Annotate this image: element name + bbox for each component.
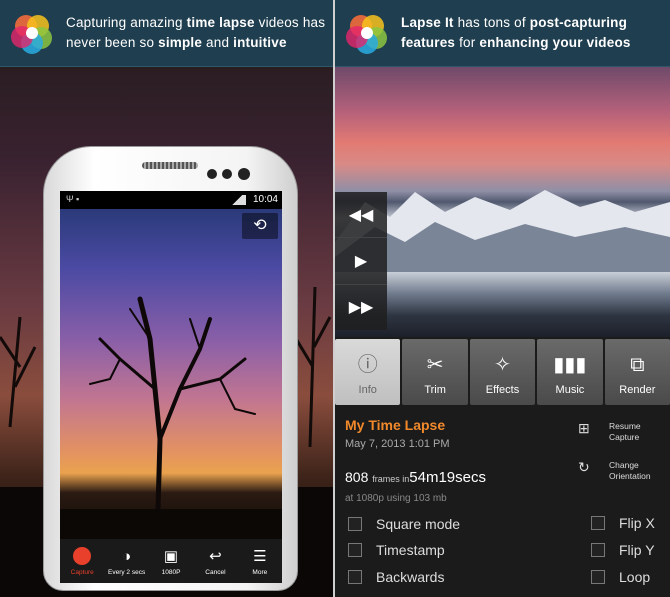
video-date: May 7, 2013 1:01 PM (345, 438, 450, 450)
info-icon: ⓘ (357, 354, 378, 376)
resolution-button[interactable]: ▣ 1080P (149, 539, 193, 583)
phone-toolbar: Capture ◑ Every 2 secs ▣ 1080P ↩ Cancel … (60, 539, 282, 583)
right-banner-text: Lapse It has tons of post-capturing feat… (401, 15, 631, 50)
video-duration: 54m19secs (409, 469, 486, 486)
square-mode-option[interactable]: Square mode (348, 516, 460, 532)
lapse-it-logo-icon (11, 15, 52, 54)
record-icon (73, 546, 92, 565)
video-resolution: at 1080p using 103 mb (345, 493, 447, 504)
tab-render[interactable]: ⧉ Render (604, 339, 670, 405)
rotate-icon: ↻ (578, 459, 590, 475)
phone-screen: Ψ ▪ 10:04 ⟲ Capture ◑ Every 2 secs ▣ 108… (60, 191, 282, 583)
phone-sensor-dot (222, 169, 232, 179)
camera-viewfinder: ⟲ (60, 209, 282, 539)
editor-tab-bar: ⓘ Info ✂ Trim ✧ Effects ▮▮▮ Music ⧉ Rend… (335, 339, 670, 405)
flip-y-checkbox[interactable] (591, 543, 605, 557)
timer-icon: ◑ (122, 547, 132, 565)
capture-button[interactable]: Capture (60, 539, 104, 583)
tab-trim[interactable]: ✂ Trim (402, 339, 468, 405)
left-promo-panel: Capturing amazing time lapse videos has … (0, 0, 333, 597)
video-title[interactable]: My Time Lapse (345, 417, 445, 433)
video-info-panel: My Time Lapse May 7, 2013 1:01 PM 808 fr… (335, 407, 670, 597)
frames-word: frames in (372, 474, 410, 484)
fast-forward-icon: ▶▶ (348, 299, 374, 317)
left-banner-text: Capturing amazing time lapse videos has … (66, 15, 326, 50)
phone-speaker (142, 162, 198, 169)
sliders-icon: ☰ (253, 547, 267, 565)
flip-x-option[interactable]: Flip X (591, 515, 655, 531)
tab-music[interactable]: ▮▮▮ Music (537, 339, 603, 405)
tab-info[interactable]: ⓘ Info (335, 339, 401, 405)
interval-button[interactable]: ◑ Every 2 secs (104, 539, 148, 583)
backwards-option[interactable]: Backwards (348, 569, 444, 585)
play-button[interactable]: ▶ (335, 238, 387, 285)
square-mode-checkbox[interactable] (348, 517, 362, 531)
scissors-icon: ✂ (426, 354, 444, 376)
render-icon: ⧉ (630, 354, 645, 376)
frame-count: 808 (345, 469, 369, 485)
frame-summary: 808 frames in54m19secs (345, 469, 486, 486)
loop-checkbox[interactable] (591, 570, 605, 584)
flip-x-checkbox[interactable] (591, 516, 605, 530)
camera-switch-button[interactable]: ⟲ (242, 213, 278, 239)
loop-option[interactable]: Loop (591, 569, 650, 585)
timestamp-checkbox[interactable] (348, 543, 362, 557)
more-button[interactable]: ☰ More (238, 539, 282, 583)
music-icon: ▮▮▮ (553, 354, 587, 376)
phone-mockup: Ψ ▪ 10:04 ⟲ Capture ◑ Every 2 secs ▣ 108… (43, 146, 298, 591)
cancel-button[interactable]: ↩ Cancel (193, 539, 237, 583)
rewind-icon: ◀◀ (348, 206, 374, 224)
phone-status-bar: Ψ ▪ 10:04 (60, 191, 282, 209)
rewind-button[interactable]: ◀◀ (335, 192, 387, 239)
phone-front-camera (238, 168, 250, 180)
video-preview[interactable]: ◀◀ ▶ ▶▶ (335, 67, 670, 337)
tab-effects[interactable]: ✧ Effects (469, 339, 536, 405)
effects-icon: ✧ (494, 354, 511, 376)
video-controls: ◀◀ ▶ ▶▶ (335, 192, 387, 330)
flip-y-option[interactable]: Flip Y (591, 542, 655, 558)
play-icon: ▶ (354, 252, 368, 270)
fast-forward-button[interactable]: ▶▶ (335, 285, 387, 330)
back-arrow-icon: ↩ (209, 547, 222, 565)
resume-capture-icon: ⊞ (578, 420, 590, 436)
status-time: 10:04 (252, 194, 278, 205)
lapse-it-logo-icon (346, 15, 387, 54)
usb-icon: Ψ ▪ (66, 194, 80, 204)
left-banner: Capturing amazing time lapse videos has … (0, 0, 333, 67)
backwards-checkbox[interactable] (348, 570, 362, 584)
phone-sensor-dot (207, 169, 217, 179)
image-icon: ▣ (163, 547, 179, 565)
timestamp-option[interactable]: Timestamp (348, 542, 445, 558)
right-promo-panel: Lapse It has tons of post-capturing feat… (335, 0, 670, 597)
right-banner: Lapse It has tons of post-capturing feat… (335, 0, 670, 67)
signal-icon (228, 195, 246, 205)
